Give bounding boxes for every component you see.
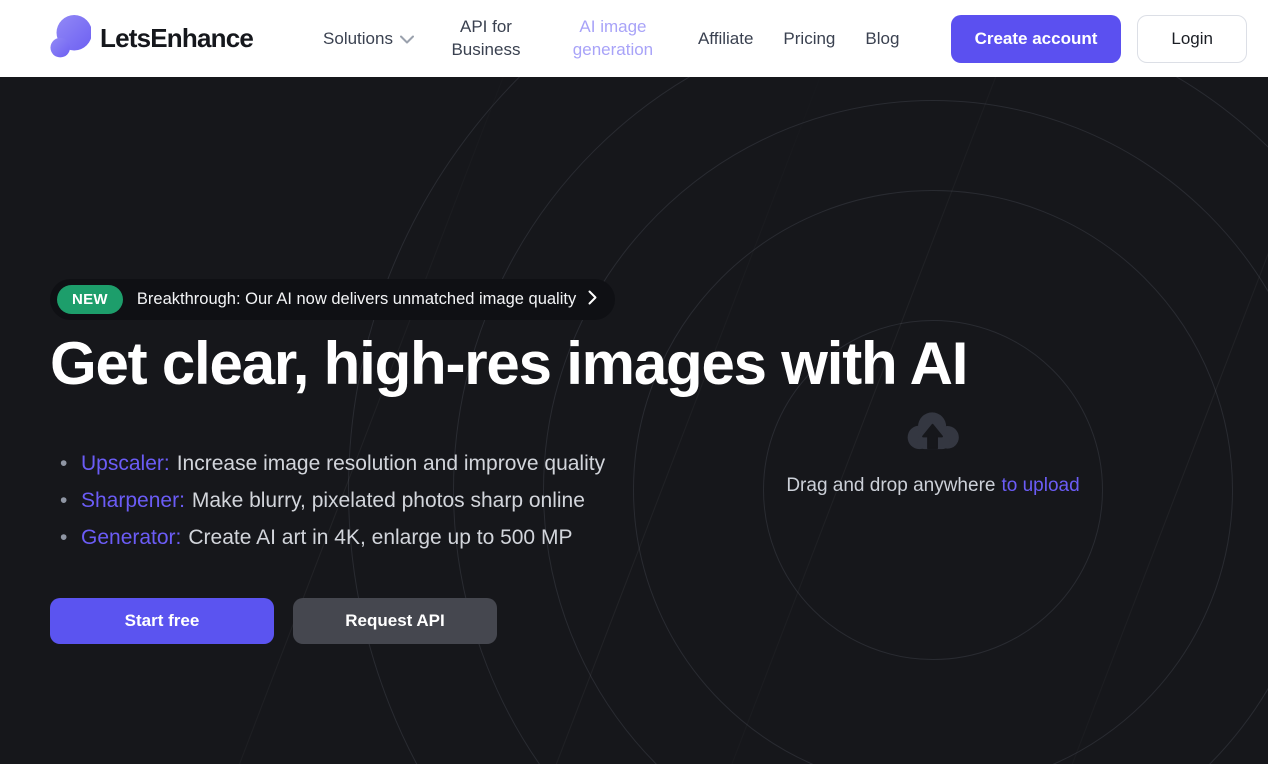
top-navbar: LetsEnhance Solutions API for Business A… [0, 0, 1268, 77]
upload-instruction: Drag and drop anywhere to upload [763, 475, 1103, 497]
upload-link[interactable]: to upload [1001, 475, 1079, 496]
brand-name: LetsEnhance [100, 23, 253, 54]
feature-link-upscaler[interactable]: Upscaler: [81, 452, 170, 475]
main-nav: Solutions API for Business AI image gene… [323, 16, 899, 60]
upload-instruction-plain: Drag and drop anywhere [786, 475, 995, 496]
chevron-down-icon [400, 29, 414, 49]
feature-item-sharpener: Sharpener: Make blurry, pixelated photos … [50, 489, 605, 513]
request-api-button[interactable]: Request API [293, 598, 497, 644]
feature-text: Increase image resolution and improve qu… [177, 452, 605, 475]
logo-icon [50, 14, 91, 63]
page-title: Get clear, high-res images with AI [50, 329, 967, 398]
announcement-text: Breakthrough: Our AI now delivers unmatc… [137, 290, 576, 309]
chevron-right-icon [588, 290, 597, 310]
upload-dropzone[interactable]: Drag and drop anywhere to upload [763, 411, 1103, 497]
login-button[interactable]: Login [1137, 15, 1247, 63]
feature-text: Create AI art in 4K, enlarge up to 500 M… [188, 526, 572, 549]
new-badge: NEW [57, 285, 123, 314]
create-account-button[interactable]: Create account [951, 15, 1122, 63]
start-free-button[interactable]: Start free [50, 598, 274, 644]
nav-item-solutions[interactable]: Solutions [323, 29, 414, 49]
hero-section: NEW Breakthrough: Our AI now delivers un… [0, 77, 1268, 764]
feature-link-sharpener[interactable]: Sharpener: [81, 489, 185, 512]
cloud-upload-icon [763, 411, 1103, 451]
feature-item-upscaler: Upscaler: Increase image resolution and i… [50, 452, 605, 476]
nav-item-pricing[interactable]: Pricing [783, 29, 835, 49]
feature-item-generator: Generator: Create AI art in 4K, enlarge u… [50, 526, 605, 550]
feature-text: Make blurry, pixelated photos sharp onli… [192, 489, 585, 512]
announcement-banner[interactable]: NEW Breakthrough: Our AI now delivers un… [50, 279, 615, 320]
nav-item-api-for-business[interactable]: API for Business [444, 16, 528, 60]
decor-streak [115, 77, 546, 764]
nav-item-affiliate[interactable]: Affiliate [698, 29, 753, 49]
brand-logo[interactable]: LetsEnhance [50, 14, 253, 63]
nav-item-ai-image-generation[interactable]: AI image generation [558, 16, 668, 60]
cta-row: Start free Request API [50, 598, 497, 644]
feature-link-generator[interactable]: Generator: [81, 526, 181, 549]
nav-item-blog[interactable]: Blog [865, 29, 899, 49]
feature-list: Upscaler: Increase image resolution and i… [50, 452, 605, 563]
